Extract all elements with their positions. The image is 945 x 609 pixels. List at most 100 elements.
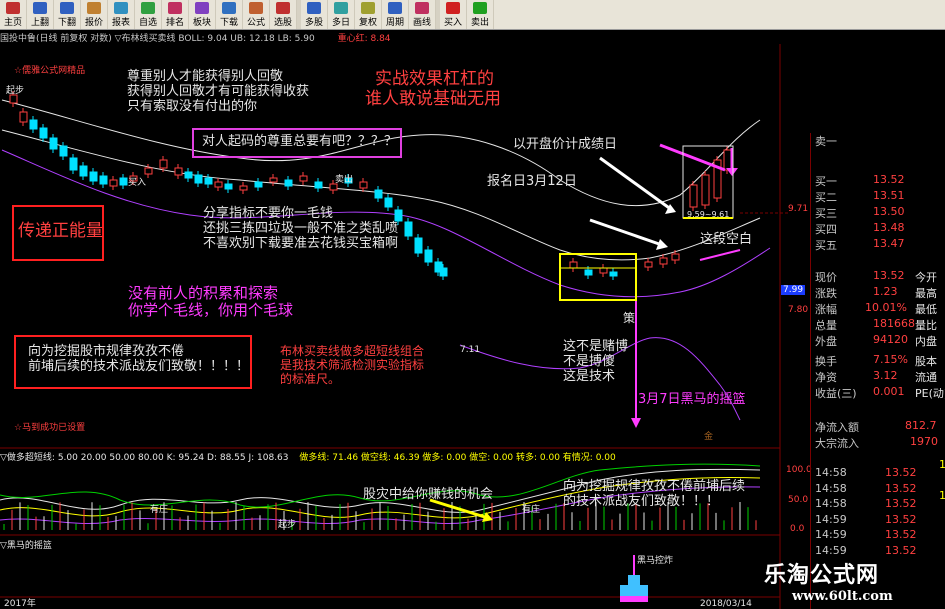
candle-body	[89, 171, 98, 182]
candle-body	[79, 165, 88, 177]
candle-body	[214, 181, 223, 188]
candle-body	[434, 261, 443, 273]
toolbar-icon	[307, 1, 321, 14]
chart-header: 国投中鲁(日线 前复权 对数) ▽布林线买卖线 BOLL: 9.04 UB: 1…	[0, 31, 780, 44]
annotation-salute: 向为挖掘股市规律孜孜不倦 前埔后续的技术派战友们致敬！！！！	[28, 344, 250, 374]
watermark: 乐淘公式网 www.60lt.com	[764, 557, 893, 604]
candle-body	[713, 159, 722, 199]
annotation-respect-box: 对人起码的尊重总要有吧？？？？	[202, 134, 398, 149]
toolbar-button-16[interactable]: 买入	[440, 0, 467, 29]
annotation-gap: 这段空白	[700, 232, 753, 247]
toolbar-button-0[interactable]: 主页	[0, 0, 27, 29]
toolbar-button-2[interactable]: 下翻	[54, 0, 81, 29]
toolbar-button-9[interactable]: 公式	[243, 0, 270, 29]
toolbar-button-8[interactable]: 下载	[216, 0, 243, 29]
toolbar-button-4[interactable]: 报表	[108, 0, 135, 29]
buy-row-5: 买五 13.47	[815, 237, 905, 252]
toolbar-label: 多股	[304, 17, 323, 28]
candle-body	[723, 149, 732, 171]
toolbar-icon	[334, 1, 348, 14]
toolbar-icon	[114, 1, 128, 14]
candle-body	[239, 185, 248, 191]
stat-row-1: 涨跌 1.23 最高	[815, 285, 937, 300]
toolbar-icon	[195, 1, 209, 14]
toolbar-icon	[415, 1, 429, 14]
sub-scale-0: 0.0	[790, 524, 805, 534]
chart-highlight: 重心红: 8.84	[337, 34, 391, 44]
candle-body	[269, 177, 278, 183]
annotation-salute-2: 向为挖掘规律孜孜不倦前埔后续 的技术派战友们致敬！！！	[563, 479, 746, 509]
candle-body	[404, 221, 413, 237]
toolbar-label: 自选	[138, 17, 157, 28]
toolbar-button-15[interactable]: 画线	[409, 0, 436, 29]
toolbar-button-13[interactable]: 复权	[355, 0, 382, 29]
sub-label-c: 起步	[278, 520, 297, 530]
candle-body	[59, 145, 68, 157]
candle-body	[424, 249, 433, 263]
toolbar-label: 多日	[331, 17, 350, 28]
range-label: 9.59~9.61	[687, 210, 730, 219]
sub-scale-50: 50.0	[788, 495, 809, 505]
date-start: 2017年	[4, 599, 36, 609]
tick-row-5: 14:59 13.52	[815, 543, 917, 557]
toolbar-label: 公式	[246, 17, 265, 28]
toolbar-label: 下载	[219, 17, 238, 28]
block-inflow-row: 大宗流入 1970	[815, 435, 938, 450]
toolbar-button-1[interactable]: 上翻	[27, 0, 54, 29]
candle-body	[414, 237, 423, 254]
toolbar-icon	[276, 1, 290, 14]
candle-body	[609, 271, 618, 277]
toolbar-button-5[interactable]: 自选	[135, 0, 162, 29]
toolbar-button-6[interactable]: 排名	[162, 0, 189, 29]
toolbar-label: 买入	[443, 17, 462, 28]
toolbar-button-17[interactable]: 卖出	[467, 0, 494, 29]
watermark-url: www.60lt.com	[792, 589, 893, 604]
candle-body	[701, 174, 710, 206]
quote-panel: 卖一 买一 13.52 买二 13.51 买三 13.50 买四 13.48 买五 13.47 现…	[810, 133, 945, 609]
candle-body	[99, 175, 108, 185]
candle-body	[29, 119, 38, 130]
toolbar-button-11[interactable]: 多股	[301, 0, 328, 29]
tick-row-3: 14:59 13.52	[815, 512, 917, 526]
buy-row-1: 买一 13.52	[815, 173, 905, 188]
toolbar-icon	[361, 1, 375, 14]
chart-title: 国投中鲁(日线 前复权 对数) ▽布林线买卖线 BOLL: 9.04 UB: 1…	[0, 34, 315, 44]
toolbar-label: 下翻	[57, 17, 76, 28]
candle-body	[299, 175, 308, 182]
toolbar-label: 画线	[412, 17, 431, 28]
toolbar-icon	[473, 1, 487, 14]
tick-row-4: 14:59 13.52	[815, 528, 917, 541]
toolbar-label: 报表	[111, 17, 130, 28]
stat-row-7: 收益(三) 0.001 PE(动)	[815, 385, 945, 400]
stat-row-5: 换手 7.15% 股本	[815, 353, 937, 368]
annotation-black-horse: 3月7日黑马的摇篮	[638, 392, 746, 407]
start-label: 起步	[6, 86, 25, 96]
candle-body	[159, 159, 168, 169]
axis-tick-high: 9.71	[788, 204, 809, 214]
watermark-name: 乐淘公式网	[764, 562, 880, 588]
toolbar-button-12[interactable]: 多日	[328, 0, 355, 29]
annotation-disaster: 股灾中给你赚钱的机会	[363, 487, 494, 502]
net-inflow-row: 净流入额 812.7	[815, 419, 937, 434]
sub-scale-100: 100.0	[786, 465, 812, 475]
stat-row-0: 现价 13.52 今开	[815, 269, 937, 284]
annotation-share: 分享指标不要你一毛钱 还挑三拣四垃圾一般不准之类乱喷 不喜欢别下载要准去花钱买宝…	[203, 206, 399, 251]
gem-icon: 金	[704, 432, 714, 442]
toolbar-icon	[388, 1, 402, 14]
toolbar-button-7[interactable]: 板块	[189, 0, 216, 29]
candle-body	[644, 261, 653, 268]
toolbar-button-14[interactable]: 周期	[382, 0, 409, 29]
candle-body	[174, 167, 183, 176]
annotation-respect: 尊重别人才能获得别人回敬 获得别人回敬才有可能获得收获 只有索取没有付出的你	[127, 69, 310, 114]
toolbar-label: 选股	[273, 17, 292, 28]
toolbar-button-3[interactable]: 报价	[81, 0, 108, 29]
toolbar-icon	[87, 1, 101, 14]
toolbar-icon	[222, 1, 236, 14]
annotation-open-price: 以开盘价计成绩日	[513, 137, 618, 152]
candle-body	[659, 257, 668, 265]
toolbar-button-10[interactable]: 选股	[270, 0, 297, 29]
candle-body	[109, 179, 118, 187]
annotation-signup: 报名日3月12日	[487, 174, 577, 189]
axis-tick-low: 7.80	[788, 305, 809, 315]
candle-body	[49, 137, 58, 150]
